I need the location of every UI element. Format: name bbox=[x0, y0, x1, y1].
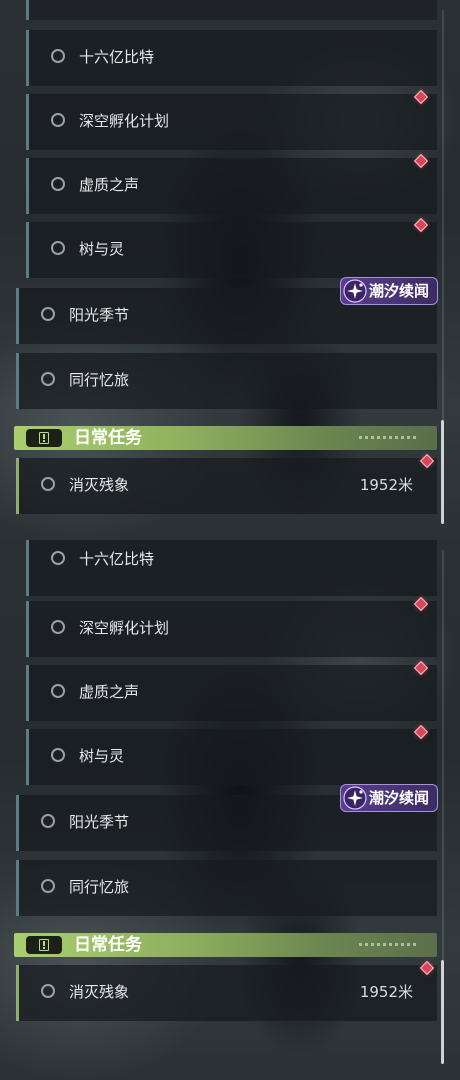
quest-label: 树与灵 bbox=[79, 747, 125, 765]
header-decoration bbox=[359, 943, 419, 946]
quest-item-journey-together[interactable]: 同行忆旅 bbox=[16, 860, 437, 916]
circle-outline-icon bbox=[41, 307, 55, 321]
daily-quest-title: 日常任务 bbox=[74, 935, 142, 955]
scrollbar-thumb[interactable] bbox=[441, 960, 444, 1064]
circle-outline-icon bbox=[41, 814, 55, 828]
quest-panel-bottom: 十六亿比特 深空孵化计划 虚质之声 树与灵 阳光季节 同行忆旅 日常任务 消灭残… bbox=[0, 540, 460, 1080]
circle-outline-icon bbox=[41, 477, 55, 491]
quest-label: 消灭残象 bbox=[69, 476, 130, 494]
quest-label: 阳光季节 bbox=[69, 306, 130, 324]
quest-label: 阳光季节 bbox=[69, 813, 130, 831]
circle-outline-icon bbox=[41, 879, 55, 893]
quest-label: 十六亿比特 bbox=[79, 550, 155, 568]
quest-panel-top: 十六亿比特 深空孵化计划 虚质之声 树与灵 阳光季节 同行忆旅 日常任务 消灭残… bbox=[0, 0, 460, 540]
quest-label: 深空孵化计划 bbox=[79, 619, 170, 637]
circle-outline-icon bbox=[51, 49, 65, 63]
circle-outline-icon bbox=[51, 620, 65, 634]
quest-item-voice-of-void[interactable]: 虚质之声 bbox=[26, 158, 437, 214]
exclamation-box-icon bbox=[26, 936, 62, 954]
quest-label: 树与灵 bbox=[79, 240, 125, 258]
quest-label: 虚质之声 bbox=[79, 176, 140, 194]
purple-star-icon bbox=[343, 786, 367, 810]
quest-item-sixteen-billion-bits[interactable]: 十六亿比特 bbox=[26, 30, 437, 86]
quest-label: 深空孵化计划 bbox=[79, 112, 170, 130]
badge-label: 潮汐续闻 bbox=[369, 282, 430, 300]
quest-item-sixteen-billion-bits[interactable]: 十六亿比特 bbox=[26, 540, 437, 596]
quest-item-deep-space-incubation[interactable]: 深空孵化计划 bbox=[26, 94, 437, 150]
quest-distance: 1952米 bbox=[359, 476, 413, 494]
quest-label: 同行忆旅 bbox=[69, 371, 130, 389]
circle-outline-icon bbox=[51, 551, 65, 565]
circle-outline-icon bbox=[41, 372, 55, 386]
purple-star-icon bbox=[343, 279, 367, 303]
circle-outline-icon bbox=[51, 748, 65, 762]
daily-quest-title: 日常任务 bbox=[74, 428, 142, 448]
quest-label: 消灭残象 bbox=[69, 983, 130, 1001]
quest-item-partial[interactable] bbox=[26, 0, 437, 20]
quest-label: 同行忆旅 bbox=[69, 878, 130, 896]
quest-distance: 1952米 bbox=[359, 983, 413, 1001]
circle-outline-icon bbox=[51, 113, 65, 127]
quest-item-voice-of-void[interactable]: 虚质之声 bbox=[26, 665, 437, 721]
circle-outline-icon bbox=[51, 241, 65, 255]
quest-item-tree-and-spirit[interactable]: 树与灵 bbox=[26, 222, 437, 278]
badge-label: 潮汐续闻 bbox=[369, 789, 430, 807]
quest-item-journey-together[interactable]: 同行忆旅 bbox=[16, 353, 437, 409]
exclamation-box-icon bbox=[26, 429, 62, 447]
daily-quest-header[interactable]: 日常任务 bbox=[14, 933, 437, 957]
tidal-news-badge[interactable]: 潮汐续闻 bbox=[340, 277, 438, 305]
quest-item-eliminate-echoes[interactable]: 消灭残象 1952米 bbox=[16, 458, 437, 514]
header-decoration bbox=[359, 436, 419, 439]
circle-outline-icon bbox=[51, 684, 65, 698]
circle-outline-icon bbox=[51, 177, 65, 191]
quest-label: 十六亿比特 bbox=[79, 48, 155, 66]
quest-item-deep-space-incubation[interactable]: 深空孵化计划 bbox=[26, 601, 437, 657]
quest-label: 虚质之声 bbox=[79, 683, 140, 701]
scrollbar-thumb[interactable] bbox=[441, 420, 444, 524]
quest-item-tree-and-spirit[interactable]: 树与灵 bbox=[26, 729, 437, 785]
daily-quest-header[interactable]: 日常任务 bbox=[14, 426, 437, 450]
quest-item-eliminate-echoes[interactable]: 消灭残象 1952米 bbox=[16, 965, 437, 1021]
circle-outline-icon bbox=[41, 984, 55, 998]
tidal-news-badge[interactable]: 潮汐续闻 bbox=[340, 784, 438, 812]
